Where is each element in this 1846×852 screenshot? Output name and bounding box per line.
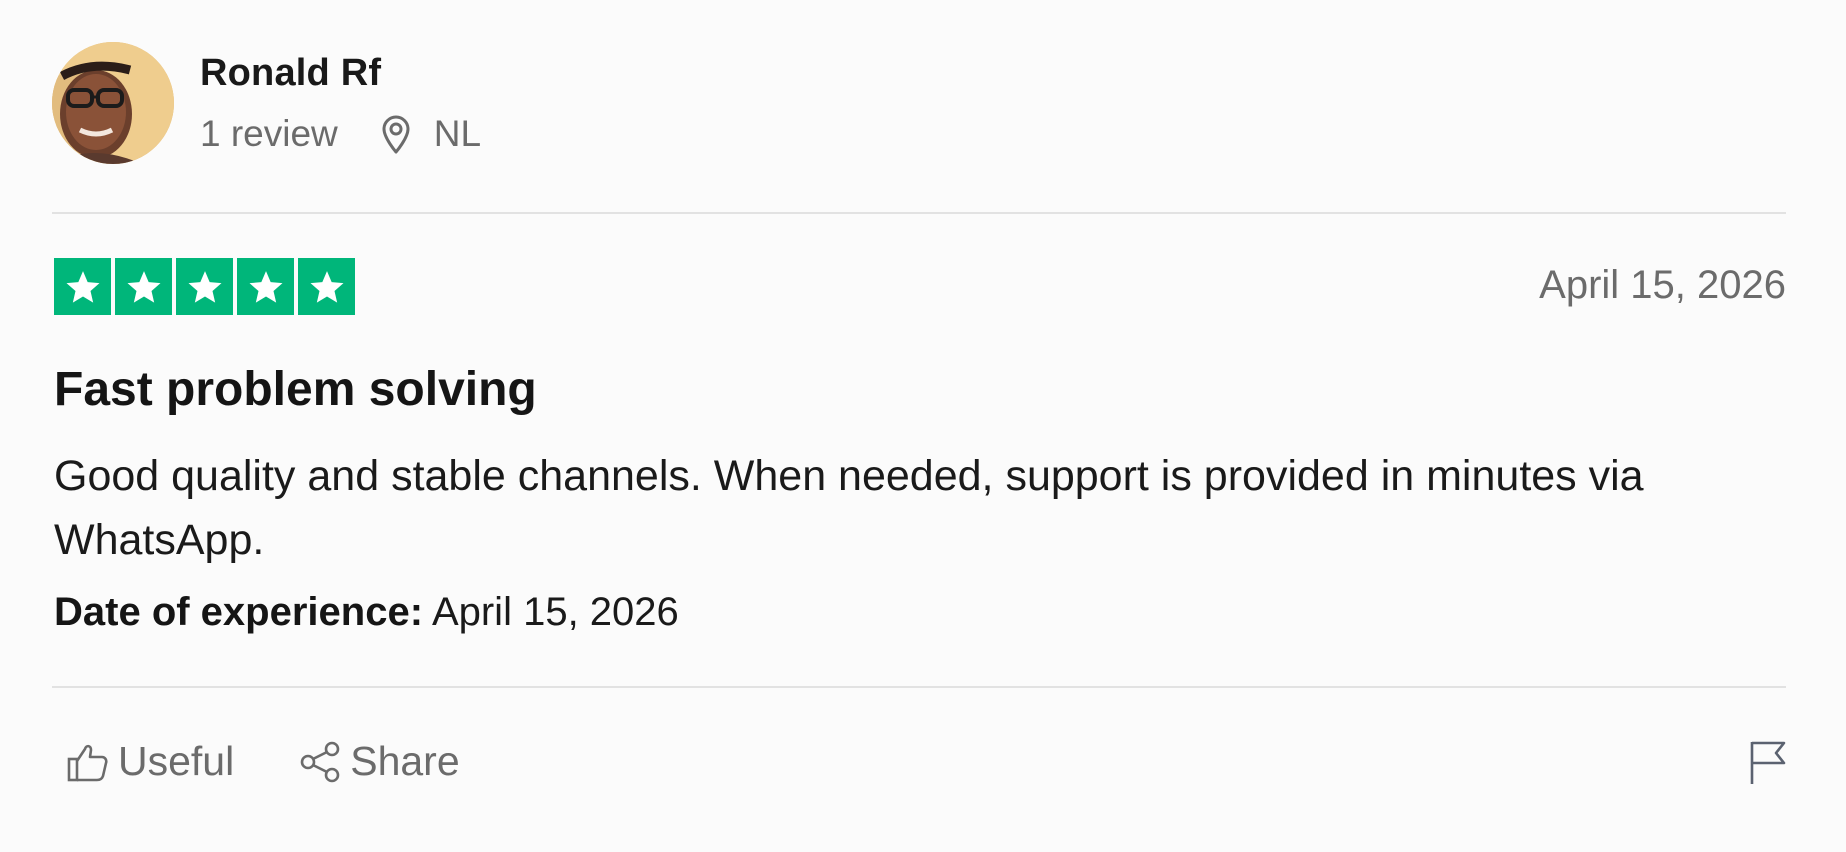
map-pin-icon [380, 114, 412, 154]
footer-divider [52, 686, 1786, 688]
review-body: Good quality and stable channels. When n… [54, 452, 1644, 564]
avatar[interactable] [52, 42, 174, 164]
useful-button[interactable]: Useful [66, 738, 234, 785]
reviewer-name[interactable]: Ronald Rf [200, 51, 481, 95]
star-icon [237, 258, 294, 315]
review-count: 1 review [200, 113, 338, 154]
share-icon [298, 740, 342, 784]
header-divider [52, 212, 1786, 214]
useful-label: Useful [118, 738, 235, 784]
share-button[interactable]: Share [298, 738, 460, 785]
experience-date: April 15, 2026 [431, 590, 679, 634]
avatar-photo [52, 42, 174, 164]
report-button[interactable] [1748, 738, 1788, 786]
flag-icon [1748, 738, 1788, 786]
review-date: April 15, 2026 [1539, 263, 1786, 307]
star-icon [115, 258, 172, 315]
star-rating [54, 258, 355, 315]
thumbs-up-icon [66, 740, 110, 784]
review-title[interactable]: Fast problem solving [54, 362, 537, 418]
star-icon [176, 258, 233, 315]
reviewer-location: NL [433, 113, 482, 154]
review-actions: Useful Share [66, 738, 460, 785]
star-icon [298, 258, 355, 315]
review-card: Ronald Rf 1 review NL April 15, 2026 Fas… [0, 0, 1846, 852]
star-icon [54, 258, 111, 315]
reviewer-header: Ronald Rf 1 review NL [52, 42, 481, 164]
experience-label: Date of experience: [54, 590, 424, 634]
date-of-experience: Date of experience: April 15, 2026 [54, 588, 679, 636]
reviewer-info: Ronald Rf 1 review NL [200, 51, 481, 155]
reviewer-meta: 1 review NL [200, 113, 481, 155]
share-label: Share [350, 738, 460, 784]
